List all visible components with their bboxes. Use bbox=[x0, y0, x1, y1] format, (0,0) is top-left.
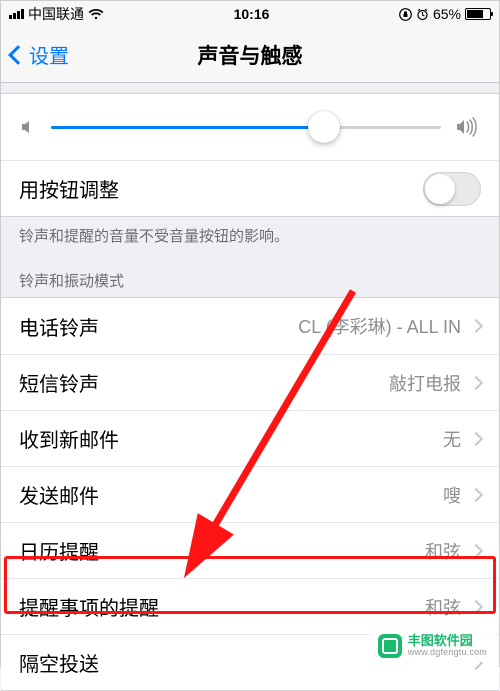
chevron-right-icon bbox=[469, 431, 483, 445]
sound-row-4[interactable]: 日历提醒 和弦 bbox=[1, 522, 499, 578]
status-right: 65% bbox=[399, 6, 491, 22]
chevron-right-icon bbox=[469, 375, 483, 389]
battery-icon bbox=[465, 8, 491, 20]
row-value: 和弦 bbox=[425, 594, 461, 620]
row-label: 收到新邮件 bbox=[19, 424, 119, 453]
battery-label: 65% bbox=[433, 6, 461, 22]
wifi-icon bbox=[88, 8, 104, 20]
row-value: CL (李彩琳) - ALL IN bbox=[298, 313, 461, 339]
row-label: 短信铃声 bbox=[19, 368, 99, 397]
group-footer: 铃声和提醒的音量不受音量按钮的影响。 bbox=[1, 217, 499, 250]
speaker-high-icon bbox=[455, 117, 481, 137]
volume-slider[interactable] bbox=[51, 126, 441, 129]
sound-row-0[interactable]: 电话铃声 CL (李彩琳) - ALL IN bbox=[1, 298, 499, 354]
sound-row-2[interactable]: 收到新邮件 无 bbox=[1, 410, 499, 466]
status-time: 10:16 bbox=[234, 6, 270, 22]
row-label: 电话铃声 bbox=[19, 312, 99, 341]
page-title: 声音与触感 bbox=[1, 40, 499, 70]
watermark-url: www.dgfengtu.com bbox=[408, 648, 487, 658]
row-label: 发送邮件 bbox=[19, 480, 99, 509]
toggle-switch[interactable] bbox=[423, 172, 481, 206]
lock-icon bbox=[399, 8, 412, 21]
status-bar: 中国联通 10:16 65% bbox=[1, 1, 499, 27]
row-value: 和弦 bbox=[425, 538, 461, 564]
row-value: 无 bbox=[443, 426, 461, 452]
carrier-label: 中国联通 bbox=[28, 4, 84, 24]
chevron-right-icon bbox=[469, 543, 483, 557]
row-value: 敲打电报 bbox=[389, 370, 461, 396]
watermark-logo-icon bbox=[378, 634, 402, 658]
alarm-icon bbox=[416, 8, 429, 21]
back-label: 设置 bbox=[29, 40, 69, 69]
row-label: 隔空投送 bbox=[19, 648, 99, 677]
sound-row-1[interactable]: 短信铃声 敲打电报 bbox=[1, 354, 499, 410]
sound-row-3[interactable]: 发送邮件 嗖 bbox=[1, 466, 499, 522]
slider-thumb[interactable] bbox=[308, 111, 340, 143]
row-label: 日历提醒 bbox=[19, 536, 99, 565]
toggle-row-change-with-buttons[interactable]: 用按钮调整 bbox=[1, 160, 499, 216]
speaker-low-icon bbox=[19, 118, 37, 136]
chevron-right-icon bbox=[469, 599, 483, 613]
chevron-right-icon bbox=[469, 487, 483, 501]
section-header: 铃声和振动模式 bbox=[1, 258, 499, 297]
watermark-name: 丰图软件园 bbox=[408, 634, 487, 648]
status-left: 中国联通 bbox=[9, 4, 104, 24]
watermark: 丰图软件园 www.dgfengtu.com bbox=[370, 630, 495, 662]
back-button[interactable]: 设置 bbox=[11, 40, 69, 69]
toggle-label: 用按钮调整 bbox=[19, 174, 119, 203]
signal-icon bbox=[9, 9, 24, 19]
chevron-right-icon bbox=[469, 319, 483, 333]
row-label: 提醒事项的提醒 bbox=[19, 592, 159, 621]
chevron-left-icon bbox=[8, 45, 28, 65]
row-value: 嗖 bbox=[443, 482, 461, 508]
sound-row-5[interactable]: 提醒事项的提醒 和弦 bbox=[1, 578, 499, 634]
volume-slider-row bbox=[1, 94, 499, 160]
volume-group: 用按钮调整 bbox=[1, 93, 499, 217]
nav-bar: 设置 声音与触感 bbox=[1, 27, 499, 83]
